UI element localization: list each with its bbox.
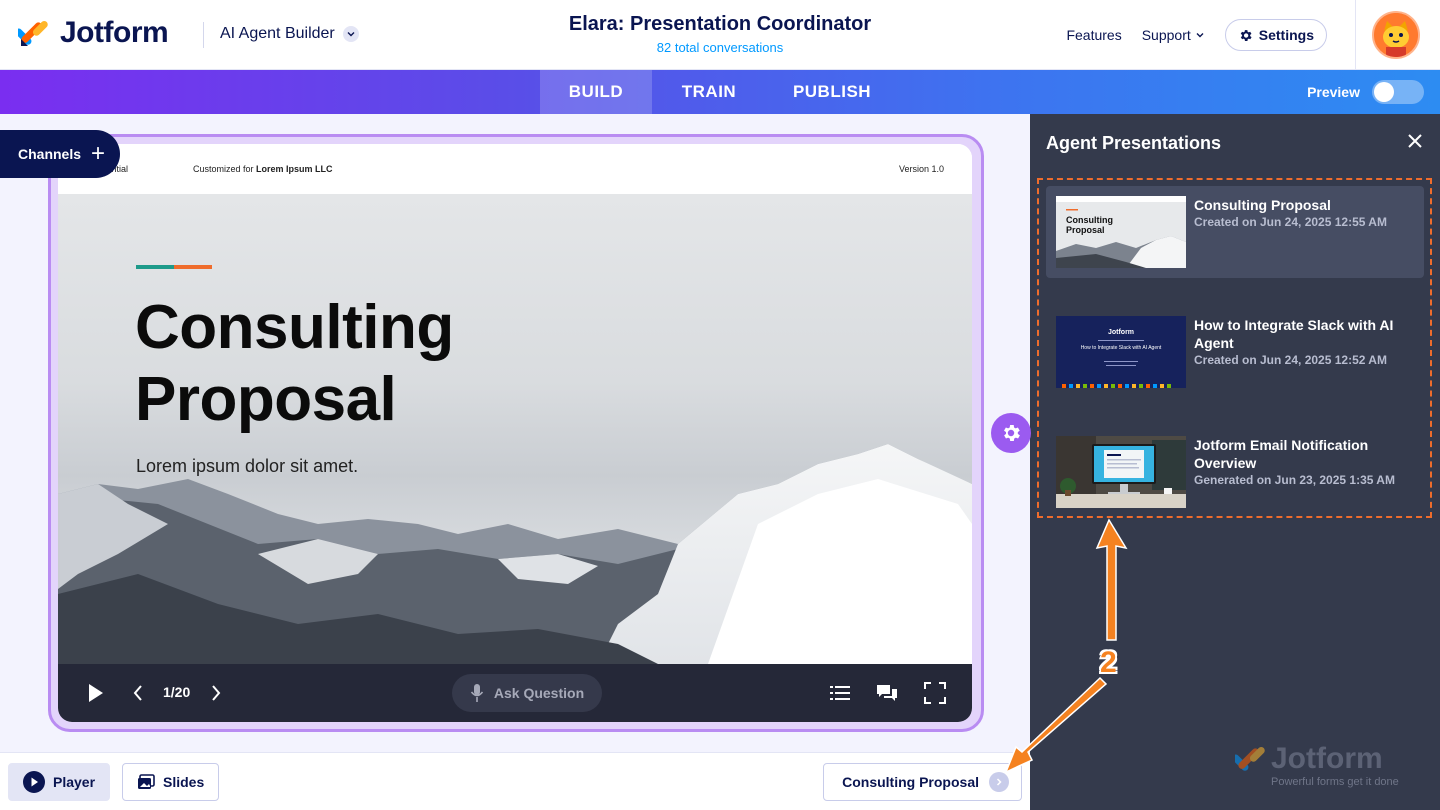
top-header: Jotform AI Agent Builder Elara: Presenta… xyxy=(0,0,1440,70)
player-settings-button[interactable] xyxy=(991,413,1031,453)
slides-view-button[interactable]: Slides xyxy=(122,763,220,801)
chevron-down-icon xyxy=(342,26,359,42)
header-actions: Features Support Settings xyxy=(1066,0,1440,70)
presentation-player: ...ntial Customized for Lorem Ipsum LLC … xyxy=(58,144,972,722)
thumbnail-email-notification xyxy=(1056,436,1186,508)
thumbnail-slack-integration: Jotform How to Integrate Slack with AI A… xyxy=(1056,316,1186,388)
toggle-knob xyxy=(1374,82,1394,102)
slide-version: Version 1.0 xyxy=(898,164,944,174)
slides-label: Slides xyxy=(163,774,205,790)
jotform-logo-icon xyxy=(18,20,48,46)
gear-icon xyxy=(1004,425,1020,441)
gear-icon xyxy=(1240,29,1252,41)
presentation-item[interactable]: Jotform How to Integrate Slack with AI A… xyxy=(1046,306,1424,398)
preview-toggle[interactable] xyxy=(1372,80,1424,104)
thumbnail-slack-brand: Jotform xyxy=(1107,329,1135,336)
agent-presentations-panel: Agent Presentations Consulting Proposal … xyxy=(1030,114,1440,810)
title-accent-line xyxy=(136,265,212,269)
presentation-date: Created on Jun 24, 2025 12:52 AM xyxy=(1194,353,1387,367)
ai-agent-builder-dropdown[interactable]: AI Agent Builder xyxy=(220,25,359,43)
presentation-title: How to Integrate Slack with AI Agent xyxy=(1194,317,1394,351)
preview-label: Preview xyxy=(1307,84,1360,100)
slides-icon xyxy=(138,774,155,789)
jotform-watermark-icon xyxy=(1235,746,1265,771)
presentation-title: Consulting Proposal xyxy=(1194,197,1331,213)
microphone-icon xyxy=(470,684,484,702)
play-circle-icon xyxy=(23,771,45,793)
player-controls: 1/20 Ask Question xyxy=(58,664,972,722)
slide-customized: Customized for Lorem Ipsum LLC xyxy=(193,164,333,174)
thumbnail-slack-title: How to Integrate Slack with AI Agent xyxy=(1080,345,1162,351)
agent-title-block: Elara: Presentation Coordinator 82 total… xyxy=(470,13,970,55)
builder-tabs-bar: BUILD TRAIN PUBLISH Preview xyxy=(0,70,1440,114)
player-view-button[interactable]: Player xyxy=(8,763,111,801)
chat-icon[interactable] xyxy=(876,683,898,703)
annotation-number: 2 xyxy=(1100,646,1117,679)
panel-title: Agent Presentations xyxy=(1046,133,1222,153)
bottom-toolbar: Player Slides Consulting Proposal xyxy=(0,752,1030,810)
tab-build[interactable]: BUILD xyxy=(540,70,652,114)
customized-prefix: Customized for xyxy=(193,164,257,174)
avatar-icon xyxy=(1374,13,1418,57)
watermark-brand: Jotform xyxy=(1271,742,1383,775)
desk-thumbnail-icon xyxy=(1056,436,1186,508)
close-icon[interactable] xyxy=(1408,134,1422,148)
user-avatar[interactable] xyxy=(1372,11,1420,59)
chevron-right-icon xyxy=(989,772,1009,792)
jotform-logo[interactable]: Jotform xyxy=(18,16,169,50)
player-label: Player xyxy=(53,774,96,790)
tab-publish[interactable]: PUBLISH xyxy=(766,70,898,114)
header-divider xyxy=(203,22,204,48)
slide-pager: 1/20 xyxy=(163,684,191,700)
ask-question-label: Ask Question xyxy=(493,685,585,701)
presentation-date: Created on Jun 24, 2025 12:55 AM xyxy=(1194,215,1387,229)
slide-title-line-1: Consulting xyxy=(135,293,454,362)
play-icon[interactable] xyxy=(86,682,106,704)
features-link[interactable]: Features xyxy=(1066,27,1121,43)
slide-header: ...ntial Customized for Lorem Ipsum LLC … xyxy=(58,144,972,194)
agent-title: Elara: Presentation Coordinator xyxy=(568,13,872,35)
fullscreen-icon[interactable] xyxy=(924,682,946,704)
channels-button[interactable]: Channels + xyxy=(0,130,120,178)
support-label: Support xyxy=(1141,27,1191,43)
brand-name: Jotform xyxy=(60,16,169,49)
slide-list-icon[interactable] xyxy=(830,685,850,701)
plus-icon: + xyxy=(91,140,106,167)
next-slide-icon[interactable] xyxy=(210,684,222,702)
settings-label: Settings xyxy=(1258,27,1314,43)
previous-slide-icon[interactable] xyxy=(132,684,144,702)
ask-question-button[interactable]: Ask Question xyxy=(452,674,602,712)
slide-subtitle: Lorem ipsum dolor sit amet. xyxy=(136,456,359,476)
thumbnail-consulting-title: Consulting Proposal xyxy=(1066,215,1113,235)
builder-label: AI Agent Builder xyxy=(220,25,335,42)
current-presentation-button[interactable]: Consulting Proposal xyxy=(823,763,1022,801)
settings-button[interactable]: Settings xyxy=(1224,19,1327,51)
conversations-link[interactable]: 82 total conversations xyxy=(470,40,970,55)
watermark-tagline: Powerful forms get it done xyxy=(1271,776,1399,788)
slide-title: Consulting Proposal xyxy=(135,292,454,436)
presentation-item[interactable]: Consulting Proposal Consulting Proposal … xyxy=(1046,186,1424,278)
slide-title-line-2: Proposal xyxy=(135,365,397,434)
current-presentation-label: Consulting Proposal xyxy=(842,774,979,790)
presentation-item[interactable]: Jotform Email Notification Overview Gene… xyxy=(1046,426,1424,518)
support-menu[interactable]: Support xyxy=(1142,27,1205,43)
presentation-title: Jotform Email Notification Overview xyxy=(1194,437,1369,471)
header-separator xyxy=(1355,0,1356,70)
thumbnail-consulting-proposal: Consulting Proposal xyxy=(1056,196,1186,268)
channels-label: Channels xyxy=(18,146,82,162)
chevron-down-icon xyxy=(1196,33,1204,38)
presentation-date: Generated on Jun 23, 2025 1:35 AM xyxy=(1194,473,1395,487)
slide-canvas: Consulting Proposal Lorem ipsum dolor si… xyxy=(58,194,972,664)
tab-train[interactable]: TRAIN xyxy=(652,70,766,114)
slack-thumbnail-icon xyxy=(1056,316,1186,388)
customized-company: Lorem Ipsum LLC xyxy=(256,164,333,174)
